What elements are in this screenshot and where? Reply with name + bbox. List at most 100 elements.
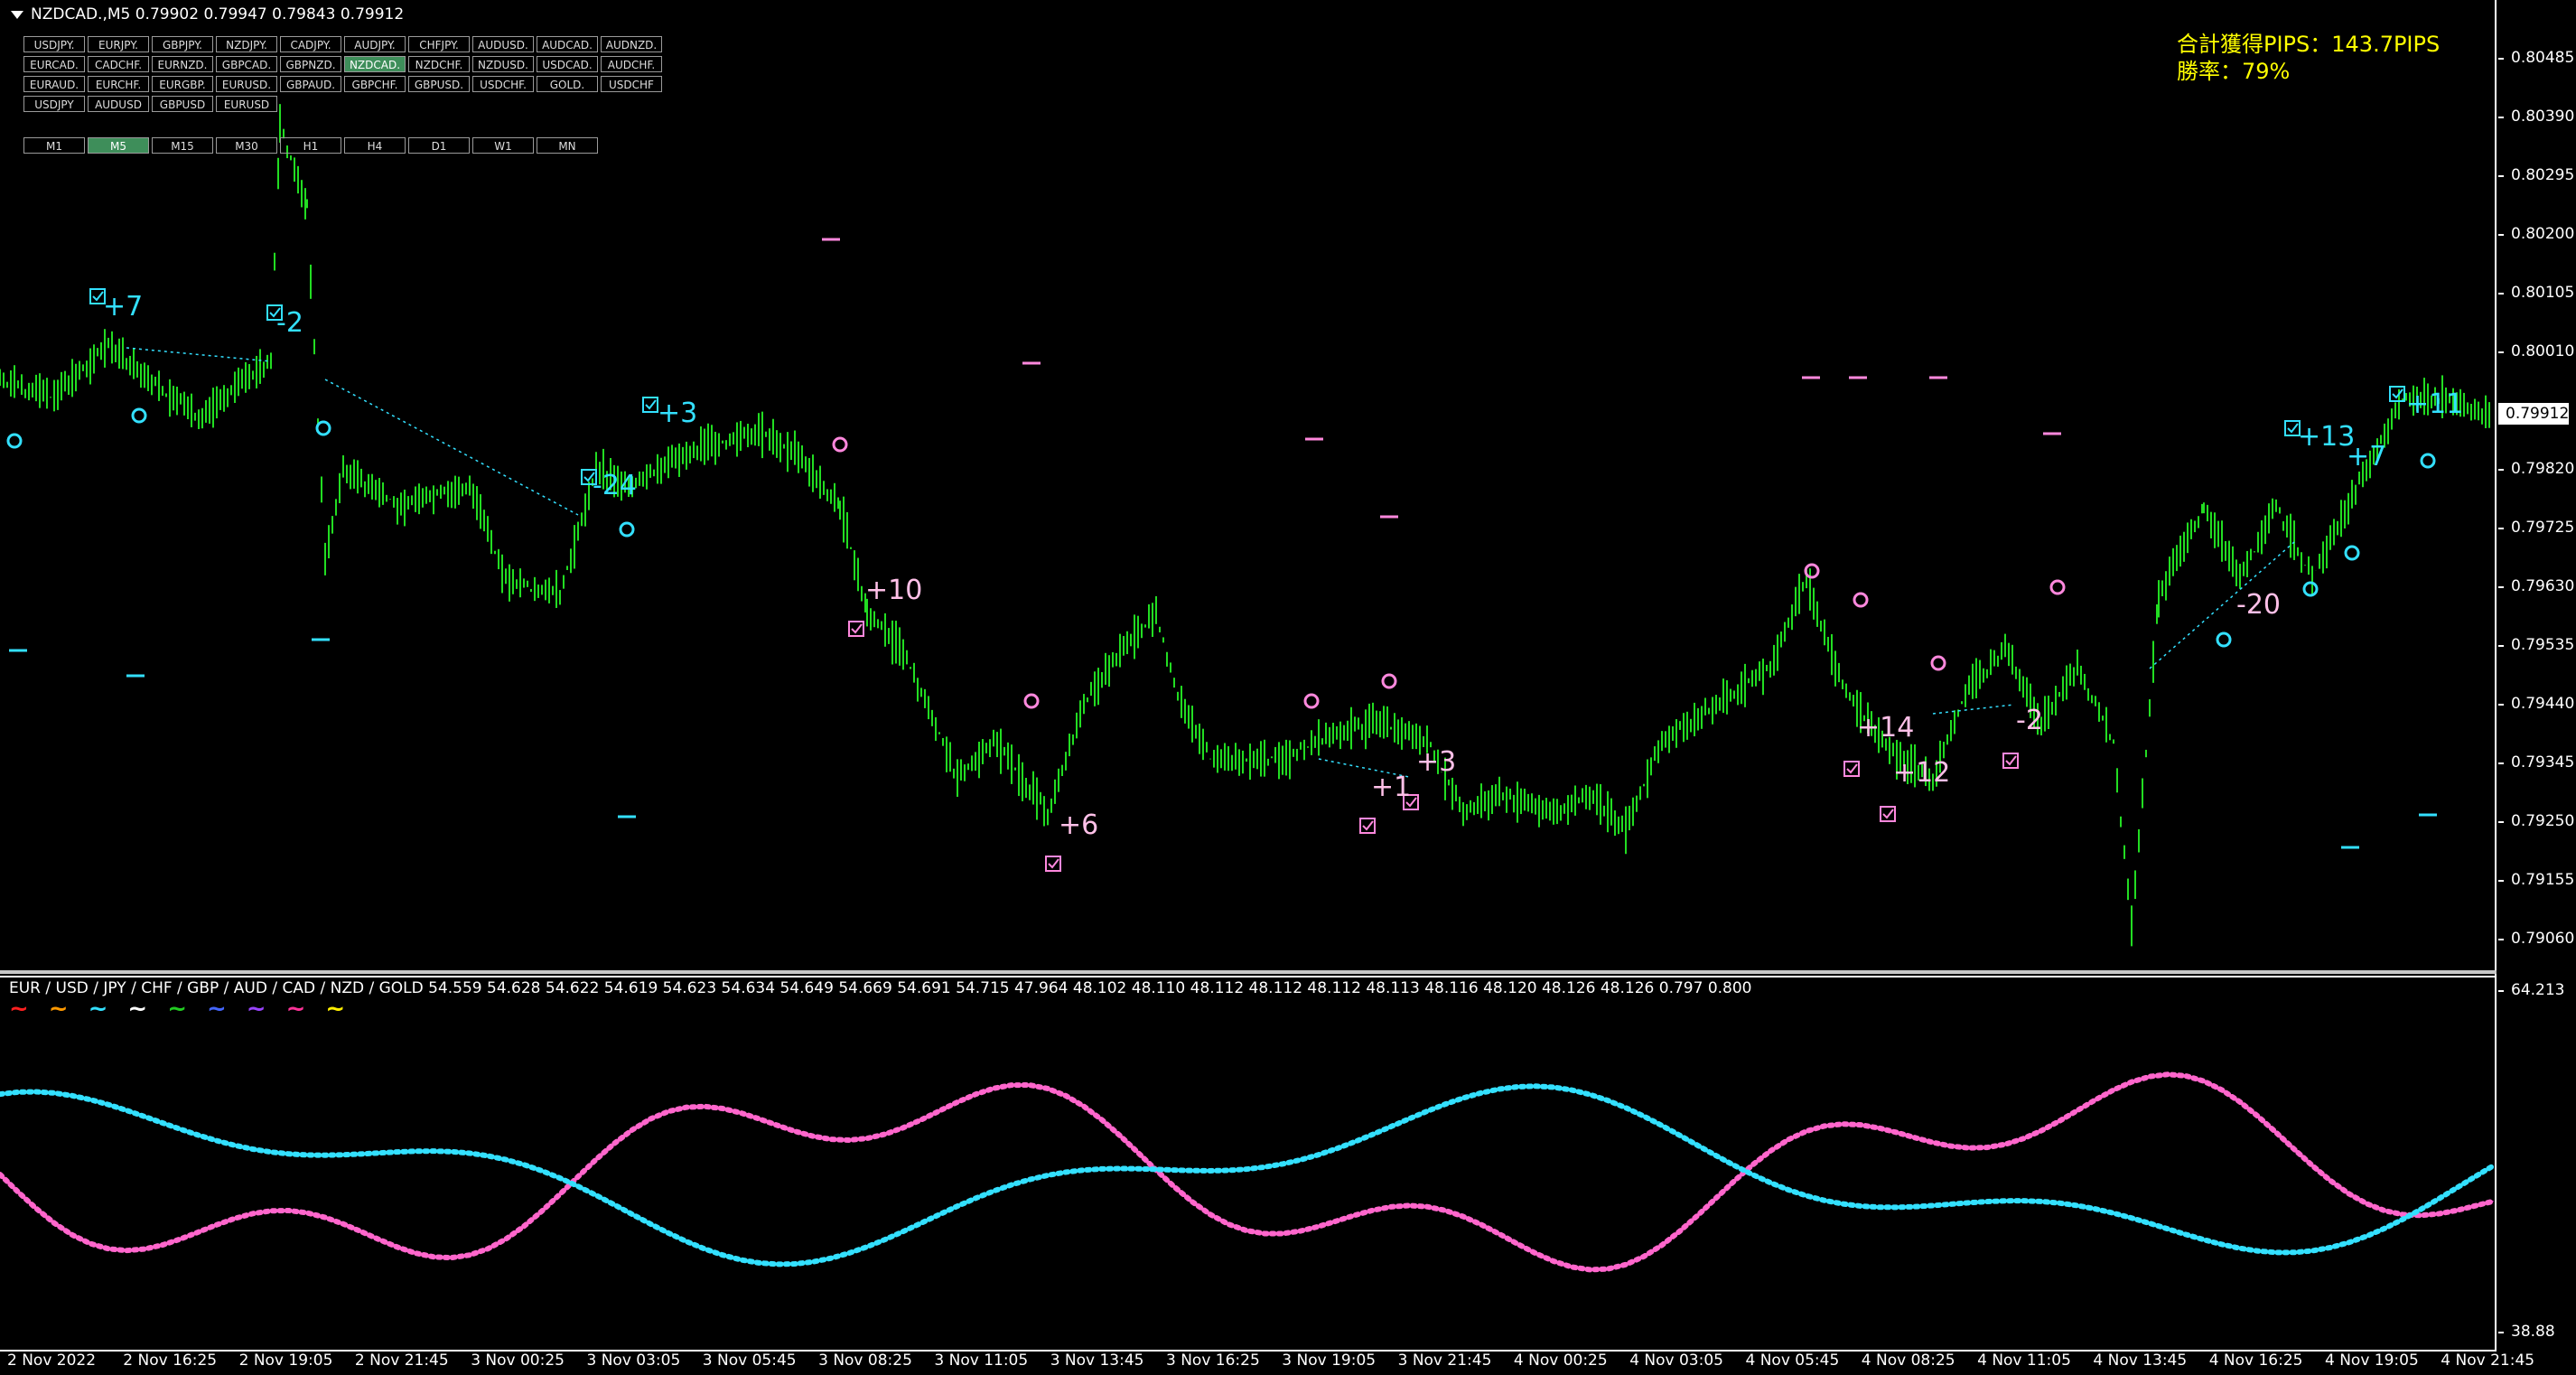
time-tick: 4 Nov 05:45: [1745, 1352, 1840, 1370]
time-tick: 3 Nov 13:45: [1050, 1352, 1144, 1370]
checkbox-marker-icon: [1359, 818, 1376, 834]
checkbox-marker-icon: [1843, 761, 1860, 777]
pair-button-nzdjpy[interactable]: NZDJPY.: [216, 36, 277, 52]
time-tick: 4 Nov 11:05: [1977, 1352, 2071, 1370]
pair-button-eurusd[interactable]: EURUSD.: [216, 76, 277, 92]
triangle-down-icon[interactable]: [11, 10, 23, 19]
time-tick: 3 Nov 21:45: [1397, 1352, 1492, 1370]
legend-wave-icon: ~: [285, 996, 306, 1023]
chart-title: NZDCAD.,M5 0.79902 0.79947 0.79843 0.799…: [11, 5, 404, 23]
timeframe-button-d1[interactable]: D1: [408, 137, 470, 154]
legend-wave-icon: ~: [206, 996, 227, 1023]
price-tick: 0.79725: [2497, 519, 2575, 537]
timeframe-button-m30[interactable]: M30: [216, 137, 277, 154]
timeframe-button-h4[interactable]: H4: [344, 137, 406, 154]
pair-button-audusd[interactable]: AUDUSD: [88, 96, 149, 112]
price-tick: 0.79250: [2497, 812, 2575, 830]
price-tick: 0.79820: [2497, 460, 2575, 478]
pair-button-usdchf[interactable]: USDCHF: [601, 76, 662, 92]
timeframe-button-mn[interactable]: MN: [537, 137, 598, 154]
price-axis[interactable]: 0.80485 0.80390 0.80295 0.80200 0.80105 0.800…: [2497, 0, 2576, 1355]
horseshoe-marker-icon: [2344, 545, 2360, 561]
price-tick: 0.79440: [2497, 695, 2575, 713]
trade-pips-label: +7: [2347, 441, 2387, 472]
pair-button-gbpnzd[interactable]: GBPNZD.: [280, 56, 341, 72]
price-tick: 0.79535: [2497, 636, 2575, 654]
pair-button-nzdchf[interactable]: NZDCHF.: [408, 56, 470, 72]
checkbox-marker-icon: [848, 621, 864, 637]
checkbox-marker-icon: [1045, 856, 1061, 872]
pair-button-cadjpy[interactable]: CADJPY.: [280, 36, 341, 52]
timeframe-button-w1[interactable]: W1: [472, 137, 534, 154]
pair-button-euraud[interactable]: EURAUD.: [23, 76, 85, 92]
pair-button-eurcad[interactable]: EURCAD.: [23, 56, 85, 72]
price-tick: 0.80105: [2497, 284, 2575, 302]
pair-button-eurusd[interactable]: EURUSD: [216, 96, 277, 112]
legend-wave-icon: ~: [167, 996, 187, 1023]
pair-button-gbpusd[interactable]: GBPUSD: [152, 96, 213, 112]
timeframe-button-m15[interactable]: M15: [152, 137, 213, 154]
time-tick: 3 Nov 16:25: [1166, 1352, 1260, 1370]
pair-button-nzdusd[interactable]: NZDUSD.: [472, 56, 534, 72]
pair-button-gold[interactable]: GOLD.: [537, 76, 598, 92]
current-price-tag: 0.79912: [2498, 403, 2569, 425]
trade-link-line: [126, 347, 272, 362]
horseshoe-marker-icon: [1303, 693, 1320, 709]
checkbox-marker-icon: [2002, 753, 2019, 769]
horseshoe-marker-icon: [1804, 563, 1820, 579]
horseshoe-marker-icon: [1853, 592, 1869, 608]
legend-wave-icon: ~: [48, 996, 69, 1023]
horseshoe-marker-icon: [6, 433, 23, 449]
pair-button-gbpaud[interactable]: GBPAUD.: [280, 76, 341, 92]
pair-button-audusd[interactable]: AUDUSD.: [472, 36, 534, 52]
time-tick: 4 Nov 19:05: [2325, 1352, 2419, 1370]
pair-button-nzdcad[interactable]: NZDCAD.: [344, 56, 406, 72]
pair-button-audjpy[interactable]: AUDJPY.: [344, 36, 406, 52]
pair-button-eurjpy[interactable]: EURJPY.: [88, 36, 149, 52]
check-mark-icon: [851, 623, 863, 634]
time-tick: 4 Nov 08:25: [1861, 1352, 1955, 1370]
trade-link-line: [1932, 704, 2015, 715]
horseshoe-marker-icon: [619, 521, 635, 538]
timeframe-selector-panel: M1 M5 M15 M30 H1 H4 D1 W1 MN: [23, 137, 598, 154]
timeframe-button-m5[interactable]: M5: [88, 137, 149, 154]
time-tick: 3 Nov 03:05: [586, 1352, 681, 1370]
time-axis[interactable]: 2 Nov 2022 2 Nov 16:25 2 Nov 19:05 2 Nov 21…: [0, 1352, 2534, 1375]
price-chart-canvas[interactable]: [0, 0, 2497, 1352]
check-mark-icon: [2392, 388, 2403, 399]
trade-pips-label: +12: [1893, 757, 1951, 789]
pair-button-eurchf[interactable]: EURCHF.: [88, 76, 149, 92]
legend-wave-icon: ~: [325, 996, 346, 1023]
timeframe-button-h1[interactable]: H1: [280, 137, 341, 154]
pair-button-gbpcad[interactable]: GBPCAD.: [216, 56, 277, 72]
pair-button-gbpjpy[interactable]: GBPJPY.: [152, 36, 213, 52]
horseshoe-marker-icon: [131, 407, 147, 424]
check-mark-icon: [1048, 858, 1059, 869]
trade-pips-label: -24: [593, 470, 637, 501]
pair-button-chfjpy[interactable]: CHFJPY.: [408, 36, 470, 52]
time-tick: 3 Nov 11:05: [934, 1352, 1029, 1370]
pair-button-audnzd[interactable]: AUDNZD.: [601, 36, 662, 52]
horseshoe-marker-icon: [2302, 581, 2319, 597]
pair-button-cadchf[interactable]: CADCHF.: [88, 56, 149, 72]
pair-button-usdcad[interactable]: USDCAD.: [537, 56, 598, 72]
time-tick: 4 Nov 03:05: [1629, 1352, 1723, 1370]
time-tick: 2 Nov 21:45: [354, 1352, 449, 1370]
pair-button-gbpusd[interactable]: GBPUSD.: [408, 76, 470, 92]
pair-button-eurgbp[interactable]: EURGBP.: [152, 76, 213, 92]
pair-button-gbpchf[interactable]: GBPCHF.: [344, 76, 406, 92]
check-mark-icon: [2005, 755, 2017, 766]
pair-button-audcad[interactable]: AUDCAD.: [537, 36, 598, 52]
pair-button-usdjpy[interactable]: USDJPY.: [23, 36, 85, 52]
price-tick: 0.80295: [2497, 166, 2575, 184]
trade-pips-label: -20: [2236, 589, 2281, 621]
check-mark-icon: [1846, 763, 1858, 774]
pair-button-eurnzd[interactable]: EURNZD.: [152, 56, 213, 72]
pair-button-usdchf[interactable]: USDCHF.: [472, 76, 534, 92]
price-tick: 0.79060: [2497, 930, 2575, 948]
trade-pips-label: +6: [1059, 809, 1099, 841]
timeframe-button-m1[interactable]: M1: [23, 137, 85, 154]
pair-button-usdjpy[interactable]: USDJPY: [23, 96, 85, 112]
pair-button-audchf[interactable]: AUDCHF.: [601, 56, 662, 72]
time-tick: 3 Nov 08:25: [818, 1352, 912, 1370]
